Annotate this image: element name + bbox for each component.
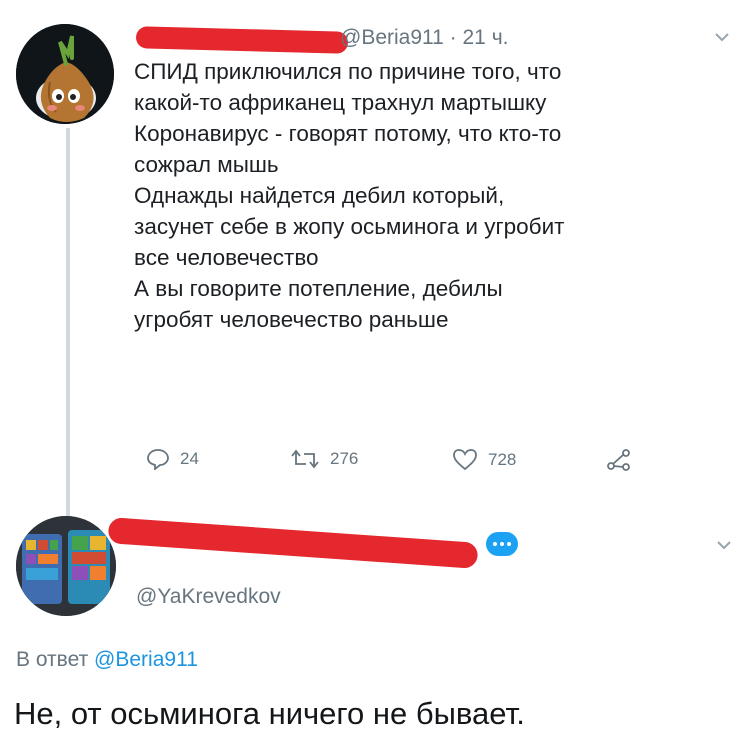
reply-to-prefix: В ответ <box>16 648 89 671</box>
phones-avatar-icon <box>16 516 116 616</box>
avatar[interactable] <box>16 516 116 616</box>
chevron-down-icon[interactable] <box>714 26 730 49</box>
like-icon <box>453 449 477 471</box>
tweet-line: СПИД приключился по причине того, что <box>134 59 562 84</box>
reply-count: 24 <box>180 449 199 468</box>
share-button[interactable] <box>606 448 632 472</box>
typing-bubble-icon <box>486 532 518 556</box>
tweet-line: сожрал мышь <box>134 152 279 177</box>
tweet-time[interactable]: · 21 ч. <box>450 26 509 49</box>
tweet-text: СПИД приключился по причине того, что ка… <box>134 56 724 335</box>
display-name-redaction <box>135 26 349 54</box>
tweet-line: засунет себе в жопу осьминога и угробит <box>134 214 565 239</box>
tweet-handle[interactable]: @Beria911 · 21 ч. <box>340 26 508 50</box>
reply-icon <box>147 449 169 470</box>
retweet-button[interactable]: 276 <box>290 448 358 470</box>
reply-text: Не, от осьминога ничего не бывает. <box>14 696 525 731</box>
retweet-count: 276 <box>330 449 359 468</box>
reply-button[interactable]: 24 <box>146 448 199 470</box>
like-button[interactable]: 728 <box>452 448 516 472</box>
avatar[interactable] <box>16 24 114 124</box>
tweet-line: какой-то африканец трахнул мартышку <box>134 90 547 115</box>
reply-to-mention[interactable]: @Beria911 <box>94 648 198 671</box>
display-name-redaction <box>107 517 479 569</box>
tweet-line: А вы говорите потепление, дебилы <box>134 276 503 301</box>
tweet-line: Однажды найдется дебил который, <box>134 183 505 208</box>
share-icon <box>607 449 630 471</box>
tweet-line: все человечество <box>134 245 319 270</box>
tweet-line: Коронавирус - говорят потому, что кто-то <box>134 121 562 146</box>
onion-avatar-icon <box>16 24 114 124</box>
tweet-actions: 24 276 728 <box>0 446 750 476</box>
like-count: 728 <box>488 450 517 469</box>
reply-to-line: В ответ @Beria911 <box>16 648 198 672</box>
reply-handle[interactable]: @YaKrevedkov <box>136 585 281 609</box>
tweet-line: угробят человечество раньше <box>134 307 449 332</box>
handle-text[interactable]: @Beria911 <box>340 26 444 49</box>
chevron-down-icon[interactable] <box>716 534 732 557</box>
retweet-icon <box>291 449 319 469</box>
